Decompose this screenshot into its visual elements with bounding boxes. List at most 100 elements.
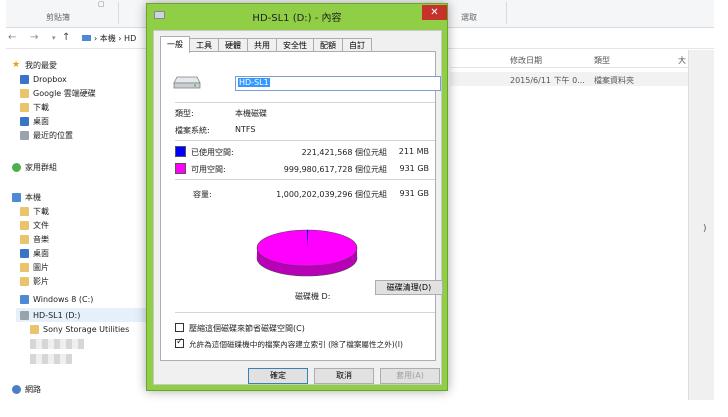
hard-drive-icon xyxy=(173,76,201,89)
nav-network[interactable]: 網路 xyxy=(12,382,41,396)
nav-item-music[interactable]: 音樂 xyxy=(20,232,49,246)
nav-item-recent[interactable]: 最近的位置 xyxy=(20,128,73,142)
tab-tools[interactable]: 工具 xyxy=(189,38,219,52)
tab-sharing[interactable]: 共用 xyxy=(247,38,277,52)
ribbon-group-clipboard: 剪貼簿 xyxy=(46,13,70,22)
pc-icon xyxy=(12,192,21,202)
nav-label: 本機 xyxy=(25,192,41,202)
capacity-bytes: 1,000,202,039,296 個位元組 xyxy=(276,190,387,199)
ribbon-group-select: 選取 xyxy=(461,13,477,22)
tab-quota[interactable]: 配額 xyxy=(313,38,343,52)
nav-item-pictures[interactable]: 圖片 xyxy=(20,260,49,274)
row-date: 2015/6/11 下午 0... xyxy=(510,76,585,85)
nav-label: Google 雲端硬碟 xyxy=(33,88,96,98)
dialog-titlebar[interactable]: HD-SL1 (D:) - 內容 ✕ xyxy=(147,4,447,28)
breadcrumb-drive[interactable]: HD xyxy=(124,34,136,43)
folder-icon xyxy=(20,234,29,244)
nav-label: 影片 xyxy=(33,276,49,286)
dropbox-icon xyxy=(20,74,29,84)
free-space-bytes: 999,980,617,728 個位元組 xyxy=(283,165,387,174)
chevron-down-icon[interactable]: ▾ xyxy=(52,34,56,42)
capacity-size: 931 GB xyxy=(399,189,430,198)
up-icon[interactable]: ↑ xyxy=(62,32,70,43)
folder-icon xyxy=(20,276,29,286)
nav-item-videos[interactable]: 影片 xyxy=(20,274,49,288)
dialog-body: 一般 工具 硬體 共用 安全性 配額 自訂 HD-SL1 類型: 本機磁碟 檔案… xyxy=(153,30,443,385)
breadcrumb[interactable]: › 本機 › HD xyxy=(82,33,136,44)
free-space-swatch xyxy=(175,163,186,174)
nav-item-drive-c[interactable]: Windows 8 (C:) xyxy=(20,292,93,306)
filesystem-label: 檔案系統: xyxy=(175,126,210,135)
nav-label: HD-SL1 (D:) xyxy=(33,310,81,320)
nav-item-documents[interactable]: 文件 xyxy=(20,218,49,232)
properties-dialog: HD-SL1 (D:) - 內容 ✕ 一般 工具 硬體 共用 安全性 配額 自訂… xyxy=(146,3,448,391)
desktop-icon xyxy=(20,248,29,258)
forward-icon[interactable]: → xyxy=(30,32,38,43)
tab-customize[interactable]: 自訂 xyxy=(342,38,372,52)
nav-item-google-drive[interactable]: Google 雲端硬碟 xyxy=(20,86,96,100)
table-row[interactable]: 2015/6/11 下午 0... 檔案資料夾 xyxy=(450,72,690,86)
recent-icon xyxy=(20,130,29,140)
nav-favorites[interactable]: ★ 我的最愛 xyxy=(12,58,57,72)
tab-general[interactable]: 一般 xyxy=(160,36,190,53)
free-space-label: 可用空間: xyxy=(191,165,226,174)
nav-item-dropbox[interactable]: Dropbox xyxy=(20,72,67,86)
nav-item-desktop[interactable]: 桌面 xyxy=(20,114,49,128)
desktop-icon xyxy=(20,116,29,126)
column-date[interactable]: 修改日期 xyxy=(510,55,542,66)
nav-label: 網路 xyxy=(25,384,41,394)
homegroup-icon xyxy=(12,162,21,172)
drive-icon xyxy=(20,310,29,320)
ok-button[interactable]: 確定 xyxy=(248,368,308,384)
nav-item-downloads[interactable]: 下載 xyxy=(20,204,49,218)
folder-icon xyxy=(20,88,29,98)
star-icon: ★ xyxy=(12,59,21,70)
index-label: 允許為這個磁碟機中的檔案內容建立索引 (除了檔案屬性之外)(I) xyxy=(189,340,403,349)
column-size[interactable]: 大 xyxy=(678,55,686,66)
used-space-swatch xyxy=(175,146,186,157)
compress-checkbox[interactable] xyxy=(175,323,184,332)
tab-security[interactable]: 安全性 xyxy=(276,38,314,52)
back-icon[interactable]: ← xyxy=(8,32,16,43)
nav-this-pc[interactable]: 本機 xyxy=(12,190,41,204)
folder-icon xyxy=(20,102,29,112)
compress-label: 壓縮這個磁碟來節省磁碟空間(C) xyxy=(189,324,305,333)
row-type: 檔案資料夾 xyxy=(594,76,634,85)
nav-label: 最近的位置 xyxy=(33,130,73,140)
volume-name-input[interactable]: HD-SL1 xyxy=(235,76,441,91)
nav-label: 家用群組 xyxy=(25,162,57,172)
network-icon xyxy=(12,384,21,394)
folder-icon xyxy=(20,262,29,272)
folder-icon xyxy=(20,220,29,230)
nav-label: 音樂 xyxy=(33,234,49,244)
nav-label: 桌面 xyxy=(33,248,49,258)
nav-label: Sony Storage Utilities xyxy=(43,324,130,334)
used-space-label: 已使用空間: xyxy=(191,148,234,157)
close-button[interactable]: ✕ xyxy=(422,5,447,20)
disk-cleanup-button[interactable]: 磁碟清理(D) xyxy=(375,280,443,295)
nav-item-desktop[interactable]: 桌面 xyxy=(20,246,49,260)
nav-homegroup[interactable]: 家用群組 xyxy=(12,160,57,174)
ribbon-separator xyxy=(118,2,119,24)
nav-label: 我的最愛 xyxy=(25,60,57,70)
tab-hardware[interactable]: 硬體 xyxy=(218,38,248,52)
nav-label: 文件 xyxy=(33,220,49,230)
divider xyxy=(175,140,435,141)
close-icon: ✕ xyxy=(430,7,439,18)
nav-item-downloads[interactable]: 下載 xyxy=(20,100,49,114)
screen: ▢ 剪貼簿 選取 ← → ▾ ↑ › 本機 › HD 修改日期 類型 大 201… xyxy=(0,0,728,417)
apply-button[interactable]: 套用(A) xyxy=(380,368,440,384)
breadcrumb-pc[interactable]: 本機 xyxy=(100,34,116,43)
index-checkbox[interactable] xyxy=(175,337,184,348)
nav-item-sony-utilities[interactable]: Sony Storage Utilities xyxy=(30,322,129,336)
ribbon-separator xyxy=(506,2,507,24)
dialog-title: HD-SL1 (D:) - 內容 xyxy=(252,13,342,24)
cancel-button[interactable]: 取消 xyxy=(314,368,374,384)
type-label: 類型: xyxy=(175,109,194,118)
volume-name-value: HD-SL1 xyxy=(238,78,270,87)
nav-label: 桌面 xyxy=(33,116,49,126)
column-type[interactable]: 類型 xyxy=(594,55,610,66)
folder-icon xyxy=(20,206,29,216)
nav-item-drive-d[interactable]: HD-SL1 (D:) xyxy=(16,308,146,322)
divider xyxy=(175,179,435,180)
